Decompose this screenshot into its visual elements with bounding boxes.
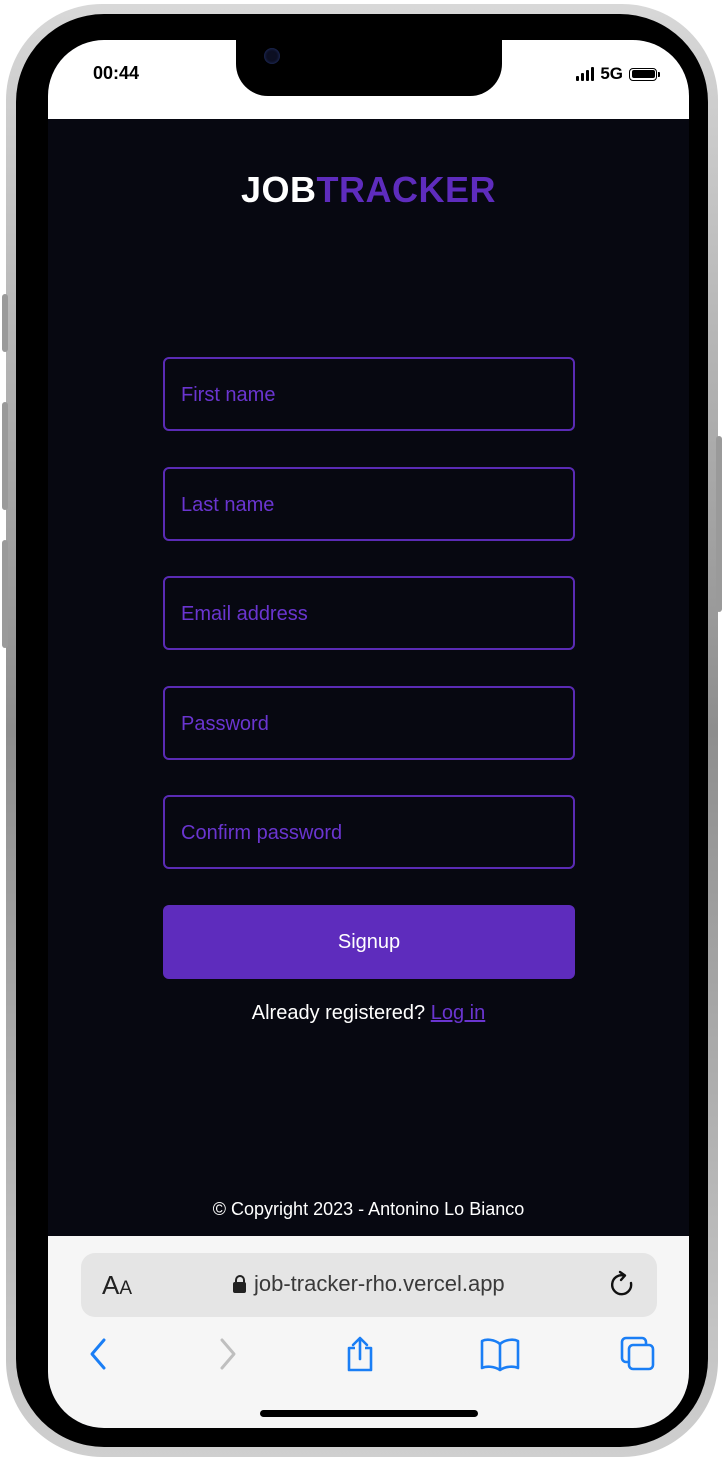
confirm-password-placeholder: Confirm password — [181, 822, 343, 844]
reload-icon[interactable] — [609, 1270, 637, 1305]
notch — [236, 40, 502, 96]
logo-tracker: TRACKER — [316, 169, 497, 210]
app-logo: JOBTRACKER — [48, 169, 689, 211]
silent-switch — [2, 294, 8, 352]
status-indicators: 5G — [576, 64, 660, 84]
screen: 00:44 5G JOBTRACKER First name Last name… — [48, 40, 689, 1428]
first-name-input[interactable]: First name — [163, 357, 575, 431]
signal-icon — [576, 67, 595, 81]
camera-icon — [264, 48, 280, 64]
volume-down-button — [2, 540, 8, 648]
url-text: job-tracker-rho.vercel.app — [254, 1271, 505, 1296]
home-indicator[interactable] — [260, 1410, 478, 1417]
app-content: JOBTRACKER First name Last name Email ad… — [48, 119, 689, 1236]
network-type: 5G — [600, 64, 623, 83]
reader-text-size-icon[interactable]: AA — [102, 1270, 132, 1301]
login-link[interactable]: Log in — [431, 1002, 486, 1024]
browser-chrome: AA job-tracker-rho.vercel.app — [48, 1236, 689, 1428]
lock-icon — [233, 1274, 246, 1293]
phone-frame: 00:44 5G JOBTRACKER First name Last name… — [2, 4, 722, 1457]
login-prompt-text: Already registered? — [251, 1002, 426, 1024]
bookmarks-icon[interactable] — [480, 1336, 520, 1377]
volume-up-button — [2, 402, 8, 510]
confirm-password-input[interactable]: Confirm password — [163, 795, 575, 869]
address-bar[interactable]: AA job-tracker-rho.vercel.app — [81, 1253, 657, 1317]
battery-icon — [629, 67, 660, 81]
logo-job: JOB — [240, 169, 317, 210]
signup-button[interactable]: Signup — [163, 905, 575, 979]
browser-toolbar — [48, 1336, 689, 1376]
password-placeholder: Password — [181, 713, 269, 735]
login-prompt: Already registered? Log in — [48, 1002, 689, 1025]
first-name-placeholder: First name — [181, 384, 276, 406]
email-placeholder: Email address — [181, 603, 308, 625]
email-input[interactable]: Email address — [163, 576, 575, 650]
status-time: 00:44 — [93, 63, 140, 83]
share-icon[interactable] — [345, 1336, 375, 1377]
last-name-input[interactable]: Last name — [163, 467, 575, 541]
url-display[interactable]: job-tracker-rho.vercel.app — [233, 1271, 505, 1297]
forward-icon[interactable] — [216, 1336, 238, 1377]
power-button — [716, 436, 722, 612]
tabs-icon[interactable] — [620, 1336, 656, 1377]
copyright-text: © Copyright 2023 - Antonino Lo Bianco — [212, 1199, 525, 1219]
last-name-placeholder: Last name — [181, 494, 275, 516]
back-icon[interactable] — [88, 1336, 110, 1377]
password-input[interactable]: Password — [163, 686, 575, 760]
